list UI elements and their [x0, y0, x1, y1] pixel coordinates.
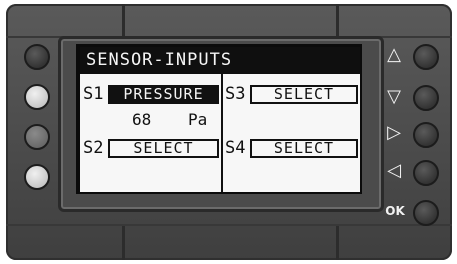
lcd-screen: SENSOR-INPUTS S1 PRESSURE 68 Pa S2 SELEC…	[80, 47, 360, 192]
housing-seam	[336, 226, 339, 260]
slot-s1-selector[interactable]: PRESSURE	[108, 85, 219, 104]
triangle-down-icon: ▽	[387, 86, 401, 107]
left-button-2[interactable]	[24, 84, 50, 110]
left-button-1[interactable]	[24, 44, 50, 70]
triangle-left-icon: ◁	[387, 160, 401, 181]
housing-seam	[122, 226, 125, 260]
slot-s3-selector[interactable]: SELECT	[250, 85, 358, 104]
slot-s2-selector[interactable]: SELECT	[108, 139, 219, 158]
right-button[interactable]	[413, 122, 439, 148]
triangle-up-icon: △	[387, 44, 401, 65]
slot-label-s3: S3	[225, 84, 246, 104]
ok-button[interactable]	[413, 200, 439, 226]
housing-seam	[6, 224, 452, 226]
screen-title: SENSOR-INPUTS	[80, 47, 360, 74]
s1-reading-unit: Pa	[188, 110, 208, 129]
up-button[interactable]	[413, 44, 439, 70]
slot-s4-selector[interactable]: SELECT	[250, 139, 358, 158]
down-button[interactable]	[413, 85, 439, 111]
screen-divider	[221, 74, 223, 192]
housing-seam	[336, 4, 339, 36]
housing-seam	[122, 4, 125, 36]
left-nav-button[interactable]	[413, 160, 439, 186]
s1-reading-value: 68	[132, 110, 152, 129]
left-button-4[interactable]	[24, 164, 50, 190]
slot-label-s2: S2	[83, 138, 104, 158]
slot-label-s1: S1	[83, 84, 104, 104]
left-button-3[interactable]	[24, 124, 50, 150]
ok-label: OK	[385, 204, 405, 218]
triangle-right-icon: ▷	[387, 122, 401, 143]
slot-label-s4: S4	[225, 138, 246, 158]
